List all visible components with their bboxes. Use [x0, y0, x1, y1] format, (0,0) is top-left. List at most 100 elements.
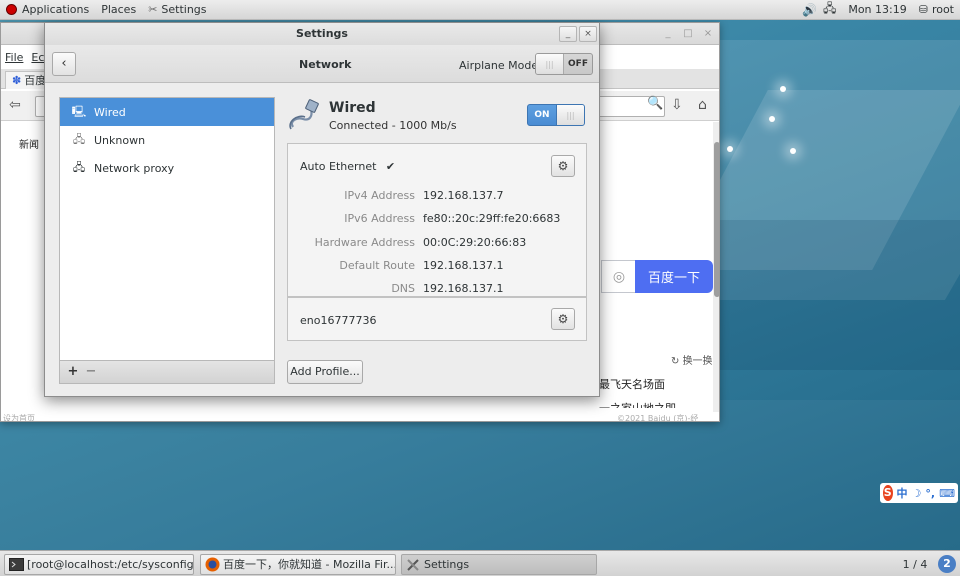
menu-file[interactable]: File: [5, 51, 23, 64]
news-link[interactable]: 新闻: [19, 136, 39, 151]
applications-label: Applications: [22, 3, 90, 16]
settings-app-menu[interactable]: ✂ Settings: [142, 0, 212, 20]
profile-settings-button[interactable]: ⚙: [551, 308, 575, 330]
task-settings[interactable]: Settings: [401, 554, 597, 575]
profile-name[interactable]: eno16777736: [300, 314, 376, 327]
clock[interactable]: Mon 13:19: [842, 0, 912, 20]
close-icon[interactable]: ×: [579, 26, 597, 42]
input-method-indicator[interactable]: S 中 ☽ °, ⌨: [880, 483, 958, 503]
profile-name[interactable]: Auto Ethernet ✔: [300, 160, 395, 173]
background-dot: [769, 116, 775, 122]
camera-icon[interactable]: ◎: [601, 260, 636, 293]
baidu-paw-icon: ✽: [12, 73, 22, 87]
back-arrow-icon[interactable]: ⇦: [9, 97, 21, 113]
ipv6-value: fe80::20c:29ff:fe20:6683: [423, 212, 561, 225]
switch-knob: |||: [536, 54, 564, 74]
add-profile-button[interactable]: Add Profile...: [287, 360, 363, 384]
refresh-label: 换一换: [682, 356, 713, 367]
download-icon[interactable]: ⇩: [671, 97, 683, 113]
proxy-icon: 🖧: [72, 160, 86, 174]
gear-icon: ⚙: [557, 312, 569, 326]
sidebar-item-network-proxy[interactable]: 🖧 Network proxy: [60, 154, 274, 182]
device-name: Wired: [329, 100, 376, 116]
hot-search-item[interactable]: 一之家山地之即: [599, 400, 676, 408]
dns-value: 192.168.137.1: [423, 282, 504, 295]
workspace-pager[interactable]: 1 / 4: [897, 554, 933, 575]
task-label: Settings: [424, 558, 470, 571]
scrollbar-thumb[interactable]: [714, 142, 719, 297]
switch-knob: |||: [556, 105, 584, 125]
profile-panel: eno16777736 ⚙: [287, 297, 587, 341]
default-route-row: Default Route 192.168.137.1: [288, 259, 588, 275]
home-icon[interactable]: ⌂: [698, 97, 707, 113]
set-homepage-link[interactable]: 设为首页: [3, 413, 35, 421]
task-terminal[interactable]: [root@localhost:/etc/sysconfig/...: [4, 554, 194, 575]
settings-icon: [407, 559, 419, 571]
terminal-icon: [9, 558, 24, 571]
menu-edit[interactable]: Ec: [31, 51, 44, 64]
switch-state: ON: [534, 110, 550, 120]
page-title: Network: [299, 58, 352, 71]
hardware-address-row: Hardware Address 00:0C:29:20:66:83: [288, 236, 588, 252]
wired-connection-switch[interactable]: ON |||: [527, 104, 585, 126]
task-label: [root@localhost:/etc/sysconfig/...: [27, 558, 194, 571]
user-icon: ⛁: [918, 3, 928, 16]
settings-window[interactable]: Settings _ × ‹ Network Airplane Mode |||…: [44, 22, 600, 397]
bottom-taskbar: [root@localhost:/etc/sysconfig/... 百度一下，…: [0, 550, 960, 576]
user-menu[interactable]: ⛁ root: [913, 0, 960, 20]
keyboard-icon: ⌨: [939, 486, 955, 500]
copyright-text: ©2021 Baidu (京)-经: [617, 414, 699, 422]
applications-menu[interactable]: Applications: [0, 0, 95, 20]
settings-header: ‹ Network Airplane Mode ||| OFF: [45, 45, 599, 83]
ipv4-row: IPv4 Address 192.168.137.7: [288, 189, 588, 205]
settings-app-label: Settings: [161, 3, 207, 16]
maximize-icon[interactable]: □: [681, 27, 695, 41]
ipv6-label: IPv6 Address: [344, 212, 415, 225]
task-firefox[interactable]: 百度一下，你就知道 - Mozilla Fir...: [200, 554, 396, 575]
profile-settings-button[interactable]: ⚙: [551, 155, 575, 177]
refresh-icon: ↻: [671, 356, 683, 367]
sidebar-item-label: Wired: [94, 105, 126, 119]
volume-icon[interactable]: 🔊: [802, 3, 817, 17]
checkmark-icon: ✔: [385, 160, 396, 173]
search-icon[interactable]: 🔍: [647, 96, 663, 111]
device-status: Connected - 1000 Mb/s: [329, 119, 457, 132]
sidebar-item-wired[interactable]: 🖳 Wired: [60, 98, 274, 126]
tab-title: 百度: [24, 73, 47, 87]
places-menu[interactable]: Places: [95, 0, 142, 20]
hardware-address-label: Hardware Address: [314, 236, 415, 249]
airplane-mode-label: Airplane Mode: [459, 59, 539, 72]
redhat-logo-icon: [6, 4, 17, 15]
page-footer: 设为首页 ©2021 Baidu (京)-经: [1, 412, 713, 422]
vertical-scrollbar[interactable]: [713, 122, 719, 412]
close-icon[interactable]: ×: [701, 27, 715, 41]
back-button[interactable]: ‹: [52, 52, 76, 76]
airplane-mode-switch[interactable]: ||| OFF: [535, 53, 593, 75]
background-dot: [727, 146, 733, 152]
add-device-button[interactable]: +: [64, 363, 82, 381]
sidebar-item-unknown[interactable]: 🖧 Unknown: [60, 126, 274, 154]
ipv4-value: 192.168.137.7: [423, 189, 504, 202]
sidebar-item-label: Unknown: [94, 133, 146, 147]
remove-device-button[interactable]: −: [82, 363, 100, 381]
baidu-search-button[interactable]: 百度一下: [635, 260, 713, 293]
switch-state: OFF: [568, 59, 588, 69]
default-route-value: 192.168.137.1: [423, 259, 504, 272]
ipv6-row: IPv6 Address fe80::20c:29ff:fe20:6683: [288, 212, 588, 228]
hot-search-item[interactable]: 最飞天名场面: [599, 376, 665, 392]
refresh-link[interactable]: ↻ 换一换: [671, 352, 713, 367]
background-shape: [0, 400, 960, 550]
input-mode-label: 中: [896, 487, 908, 500]
device-list-toolbar: + −: [59, 360, 275, 384]
minimize-icon[interactable]: _: [559, 26, 577, 42]
moon-icon: ☽: [911, 486, 922, 500]
profile-name-label: Auto Ethernet: [300, 160, 377, 173]
notification-badge[interactable]: 2: [938, 555, 956, 573]
ipv4-label: IPv4 Address: [344, 189, 415, 202]
network-status-icon[interactable]: 🖧: [823, 0, 836, 20]
background-dot: [780, 86, 786, 92]
chevron-left-icon: ‹: [61, 56, 67, 71]
sidebar-item-label: Network proxy: [94, 161, 175, 175]
minimize-icon[interactable]: _: [661, 27, 675, 41]
window-title: Settings: [45, 23, 599, 45]
